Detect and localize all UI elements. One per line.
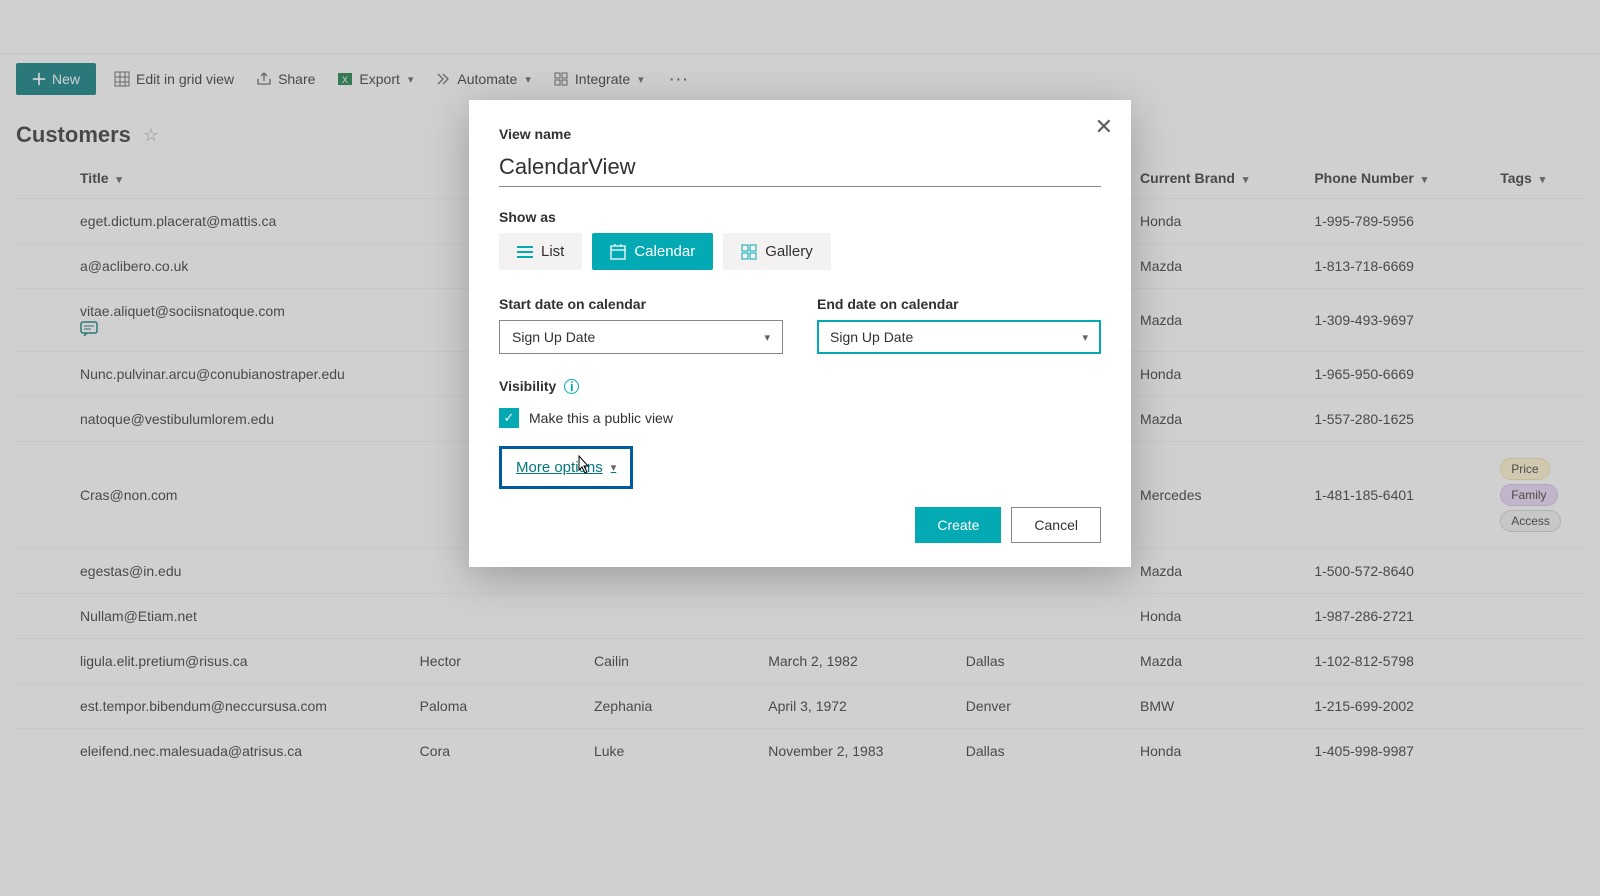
start-date-label: Start date on calendar	[499, 296, 783, 312]
public-view-label: Make this a public view	[529, 410, 673, 426]
public-view-checkbox[interactable]: ✓	[499, 408, 519, 428]
close-icon: ✕	[1095, 114, 1113, 139]
show-as-list-button[interactable]: List	[499, 233, 582, 270]
create-view-dialog: ✕ View name Show as List Calendar	[469, 100, 1131, 567]
create-button[interactable]: Create	[915, 507, 1001, 543]
end-date-label: End date on calendar	[817, 296, 1101, 312]
view-name-label: View name	[499, 126, 1101, 142]
more-options-highlight: More options ▾	[499, 446, 633, 489]
end-date-select[interactable]: Sign Up Date ▾	[817, 320, 1101, 354]
calendar-icon	[610, 244, 626, 260]
cancel-button[interactable]: Cancel	[1011, 507, 1101, 543]
info-icon[interactable]: i	[564, 379, 579, 394]
start-date-select[interactable]: Sign Up Date ▾	[499, 320, 783, 354]
chevron-down-icon: ▾	[611, 461, 617, 474]
chevron-down-icon: ▾	[764, 331, 770, 344]
more-options-link[interactable]: More options ▾	[516, 459, 616, 476]
view-name-input[interactable]	[499, 150, 1101, 187]
check-icon: ✓	[504, 410, 515, 426]
chevron-down-icon: ▾	[1082, 331, 1088, 344]
visibility-label: Visibility	[499, 378, 556, 394]
show-as-calendar-button[interactable]: Calendar	[592, 233, 713, 270]
gallery-icon	[741, 244, 757, 260]
list-icon	[517, 245, 533, 259]
show-as-gallery-button[interactable]: Gallery	[723, 233, 831, 270]
show-as-label: Show as	[499, 209, 1101, 225]
close-button[interactable]: ✕	[1095, 114, 1113, 140]
cursor-icon	[574, 455, 592, 477]
end-date-value: Sign Up Date	[830, 329, 913, 345]
start-date-value: Sign Up Date	[512, 329, 595, 345]
